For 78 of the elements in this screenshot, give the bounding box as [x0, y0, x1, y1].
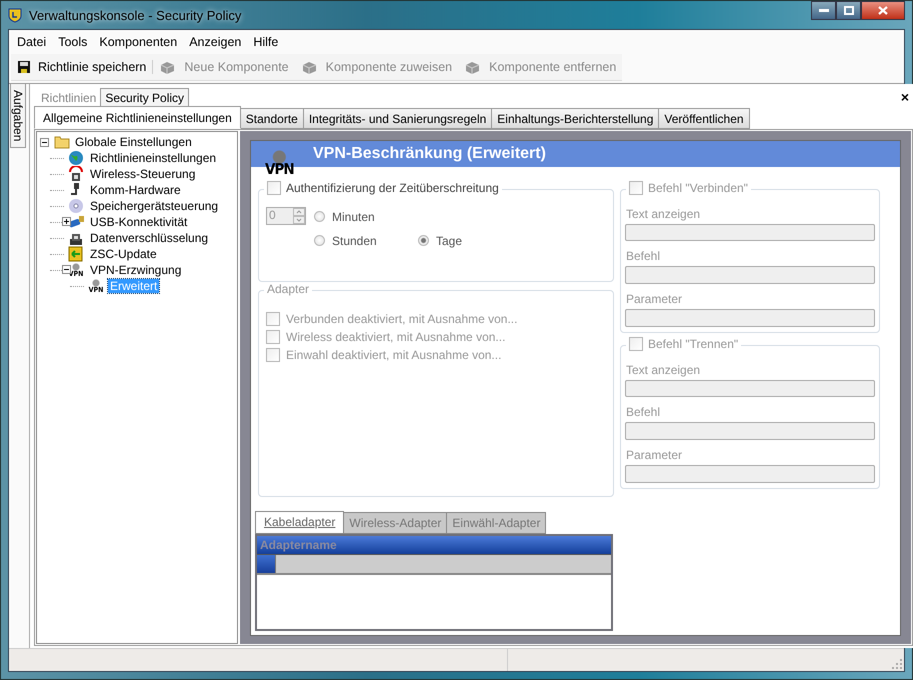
- group-title: Adapter: [264, 282, 312, 296]
- checkbox[interactable]: [266, 348, 280, 362]
- breadcrumb-tab[interactable]: Richtlinien: [37, 89, 100, 107]
- window-title: Verwaltungskonsole - Security Policy: [29, 8, 242, 22]
- antenna-lock-icon: [67, 166, 85, 182]
- cube-icon: [300, 60, 319, 74]
- menu-item[interactable]: Anzeigen: [183, 35, 248, 49]
- checkbox[interactable]: [629, 180, 643, 195]
- menu-item[interactable]: Hilfe: [247, 35, 284, 49]
- tree-item[interactable]: USB-Konnektivität: [88, 215, 190, 229]
- row-selector[interactable]: [257, 554, 275, 573]
- field-label: Befehl: [626, 405, 662, 420]
- field-label: Befehl: [626, 249, 662, 264]
- app-shield-icon: [7, 7, 23, 23]
- tree-item[interactable]: Speichergerätsteuerung: [88, 199, 220, 213]
- maximize-button[interactable]: [836, 1, 861, 20]
- minimize-button[interactable]: [811, 1, 836, 20]
- tree-item[interactable]: Komm-Hardware: [88, 183, 183, 197]
- radio-label: Stunden: [332, 234, 377, 248]
- radio-label: Minuten: [332, 210, 375, 224]
- resize-grip-icon: [892, 659, 902, 669]
- radio-button[interactable]: [418, 235, 429, 246]
- minimize-icon: [818, 8, 828, 12]
- collapse-icon[interactable]: [40, 138, 49, 146]
- checkbox[interactable]: [266, 330, 280, 344]
- checkbox-label: Befehl "Trennen": [648, 336, 738, 351]
- field-label: Parameter: [626, 448, 684, 462]
- input-field[interactable]: [625, 465, 875, 483]
- input-field[interactable]: [625, 309, 875, 327]
- menu-item[interactable]: Tools: [52, 35, 94, 49]
- breadcrumb-tab[interactable]: Security Policy: [100, 88, 190, 107]
- save-button[interactable]: Richtlinie speichern: [11, 60, 154, 74]
- checkbox[interactable]: [267, 180, 281, 195]
- checkbox[interactable]: [629, 336, 643, 351]
- menu-item[interactable]: Komponenten: [93, 35, 184, 49]
- globe-icon: [67, 150, 85, 166]
- tab[interactable]: Integritäts- und Sanierungsregeln: [302, 108, 492, 129]
- field-label: Parameter: [626, 292, 684, 306]
- tab[interactable]: Standorte: [240, 108, 304, 129]
- tree-item[interactable]: Wireless-Steuerung: [88, 167, 198, 181]
- input-field[interactable]: [625, 224, 875, 242]
- tree-item[interactable]: ZSC-Update: [88, 247, 159, 261]
- field-label: Text anzeigen: [626, 362, 702, 377]
- radio-button[interactable]: [314, 235, 325, 246]
- disc-icon: [67, 198, 85, 214]
- input-field[interactable]: [625, 422, 875, 440]
- input-field[interactable]: [625, 380, 875, 398]
- tree-item[interactable]: VPN-Erzwingung: [88, 263, 184, 277]
- input-field[interactable]: [625, 266, 875, 284]
- tab[interactable]: Einhaltungs-Berichterstellung: [491, 108, 660, 129]
- menu-item[interactable]: Datei: [11, 35, 52, 49]
- tree-item[interactable]: Datenverschlüsselung: [88, 231, 210, 245]
- maximize-icon: [844, 6, 854, 15]
- close-button[interactable]: ×: [900, 89, 909, 105]
- usb-stick-icon: [67, 214, 85, 230]
- radio-button[interactable]: [314, 211, 325, 222]
- checkbox-label: Authentifizierung der Zeitüberschreitung: [286, 180, 499, 195]
- close-button[interactable]: [861, 1, 905, 20]
- tab[interactable]: Veröffentlichen: [658, 108, 750, 129]
- close-icon: [878, 6, 888, 15]
- collapse-icon[interactable]: [62, 265, 71, 274]
- tab[interactable]: Kabeladapter: [255, 510, 344, 534]
- folder-icon: [54, 135, 70, 149]
- side-tab[interactable]: Aufgaben: [10, 84, 26, 148]
- checkbox[interactable]: [266, 312, 280, 326]
- checkbox-label: Wireless deaktiviert, mit Ausnahme von...: [286, 330, 506, 344]
- tree-item[interactable]: Richtlinieneinstellungen: [88, 151, 218, 165]
- checkbox-label: Verbunden deaktiviert, mit Ausnahme von...: [286, 312, 518, 326]
- tab[interactable]: Allgemeine Richtlinieneinstellungen: [34, 106, 241, 129]
- field-label: Text anzeigen: [626, 206, 702, 221]
- spin-arrows-icon: [293, 208, 305, 224]
- panel-title: VPN-Beschränkung (Erweitert): [313, 144, 546, 163]
- expand-icon[interactable]: [62, 217, 71, 226]
- checkbox-label: Befehl "Verbinden": [648, 180, 748, 195]
- radio-label: Tage: [436, 234, 462, 248]
- tree-item[interactable]: Globale Einstellungen: [73, 135, 194, 149]
- table-row[interactable]: [275, 554, 611, 573]
- checkbox-label: Einwahl deaktiviert, mit Ausnahme von...: [286, 348, 502, 362]
